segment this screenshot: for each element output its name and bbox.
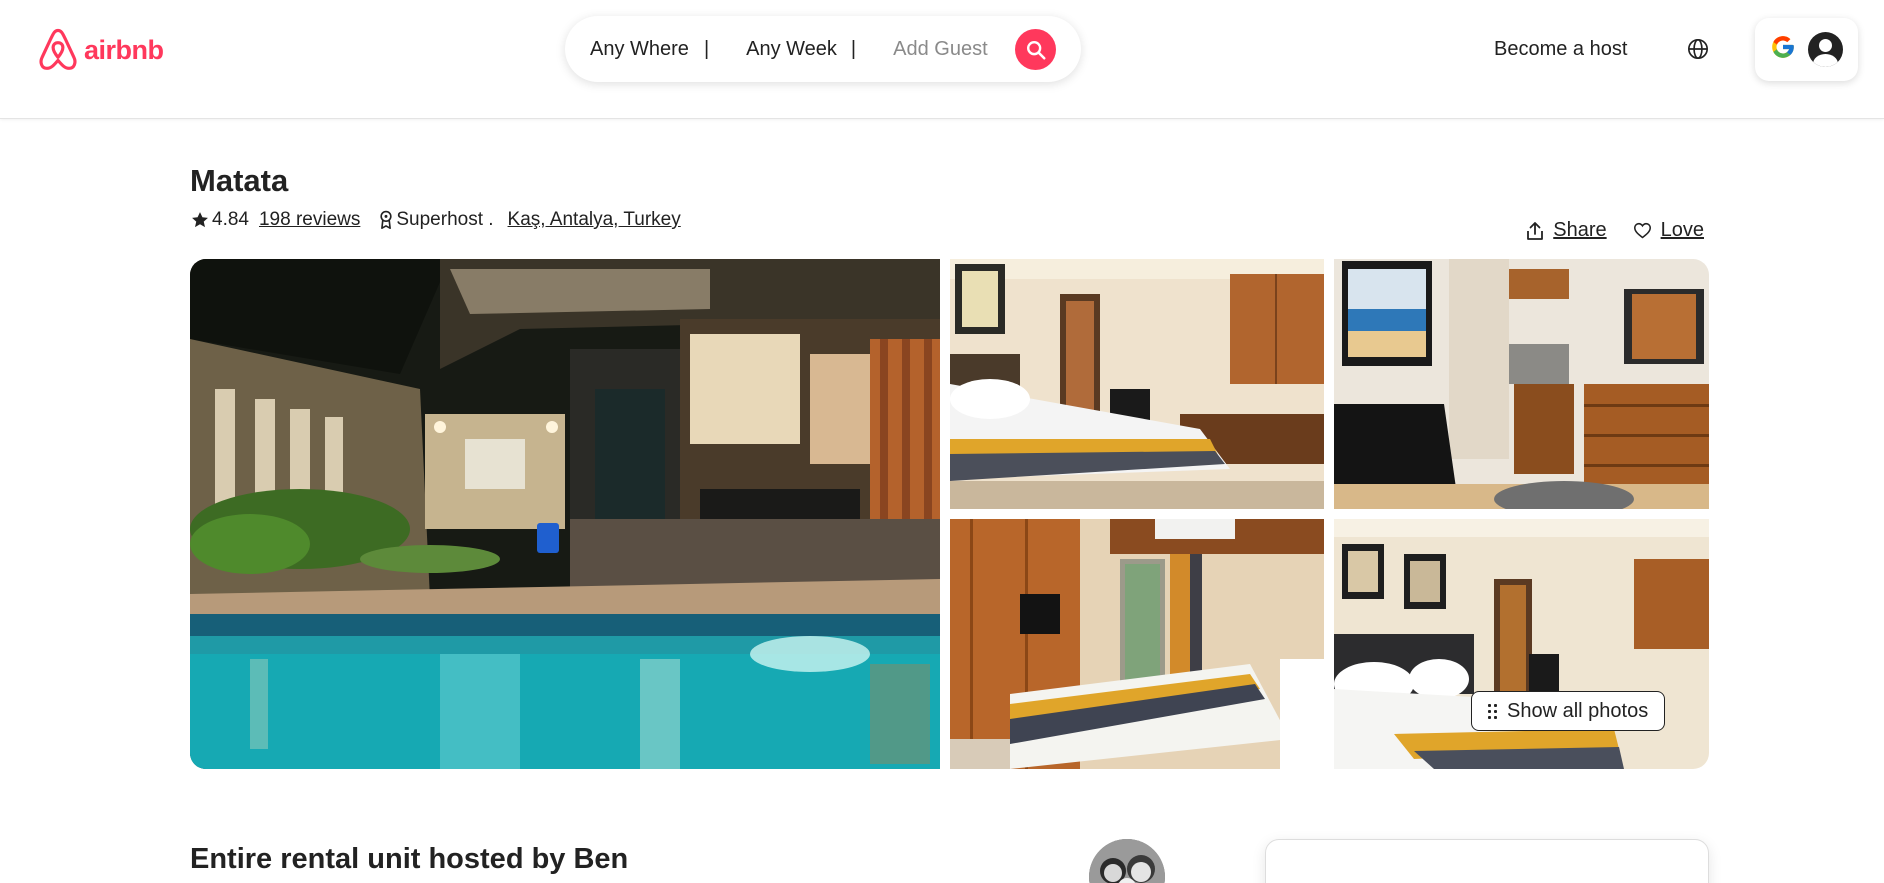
listing-meta: 4.84 198 reviews Superhost . Kaş, Antaly… — [190, 209, 681, 231]
search-separator: | — [703, 37, 710, 60]
airbnb-logo[interactable]: airbnb — [38, 28, 164, 72]
love-label: Love — [1660, 219, 1704, 241]
listing-title: Matata — [190, 163, 289, 198]
superhost-icon — [380, 210, 393, 229]
rating-value: 4.84 — [212, 209, 249, 230]
logo-wordmark: airbnb — [84, 34, 164, 65]
photo-pool-exterior-night[interactable] — [190, 259, 940, 769]
search-bar[interactable]: Any Where | Any Week | Add Guest — [565, 16, 1081, 82]
host-avatar[interactable] — [1089, 839, 1165, 883]
google-icon — [1770, 34, 1796, 66]
search-icon — [1026, 40, 1046, 60]
share-icon — [1527, 221, 1544, 240]
booking-card — [1265, 839, 1709, 883]
photo-bedroom-with-tv[interactable] — [950, 519, 1324, 769]
globe-icon — [1688, 39, 1708, 59]
listing-actions: Share Love — [1526, 219, 1704, 242]
become-host-link[interactable]: Become a host — [1494, 38, 1627, 61]
user-menu-button[interactable] — [1755, 18, 1858, 81]
week-filter[interactable]: Any Week — [746, 38, 837, 61]
airbnb-logo-icon — [39, 28, 77, 70]
location-link[interactable]: Kaş, Antalya, Turkey — [508, 209, 681, 231]
hosted-by-title: Entire rental unit hosted by Ben — [190, 843, 629, 875]
photo-bedroom-with-framed-art[interactable] — [1334, 519, 1709, 769]
user-avatar-icon — [1808, 32, 1843, 67]
reviews-link[interactable]: 198 reviews — [259, 209, 360, 231]
share-button[interactable]: Share — [1526, 219, 1607, 242]
share-label: Share — [1553, 219, 1607, 241]
superhost-badge: Superhost . — [396, 209, 494, 230]
photo-bedroom-with-desk[interactable] — [950, 259, 1324, 509]
search-separator: | — [850, 37, 857, 60]
show-all-photos-button[interactable]: Show all photos — [1471, 691, 1666, 731]
heart-icon — [1633, 222, 1651, 239]
show-all-photos-label: Show all photos — [1507, 699, 1649, 722]
guest-filter[interactable]: Add Guest — [893, 38, 988, 61]
top-navbar: airbnb Any Where | Any Week | Add Guest … — [0, 0, 1884, 119]
language-button[interactable] — [1687, 38, 1709, 65]
where-filter[interactable]: Any Where — [590, 38, 689, 61]
star-icon — [192, 212, 208, 228]
love-button[interactable]: Love — [1633, 219, 1704, 242]
photo-kitchenette-with-painting[interactable] — [1334, 259, 1709, 509]
grid-dots-icon — [1488, 703, 1497, 719]
search-button[interactable] — [1015, 29, 1056, 70]
